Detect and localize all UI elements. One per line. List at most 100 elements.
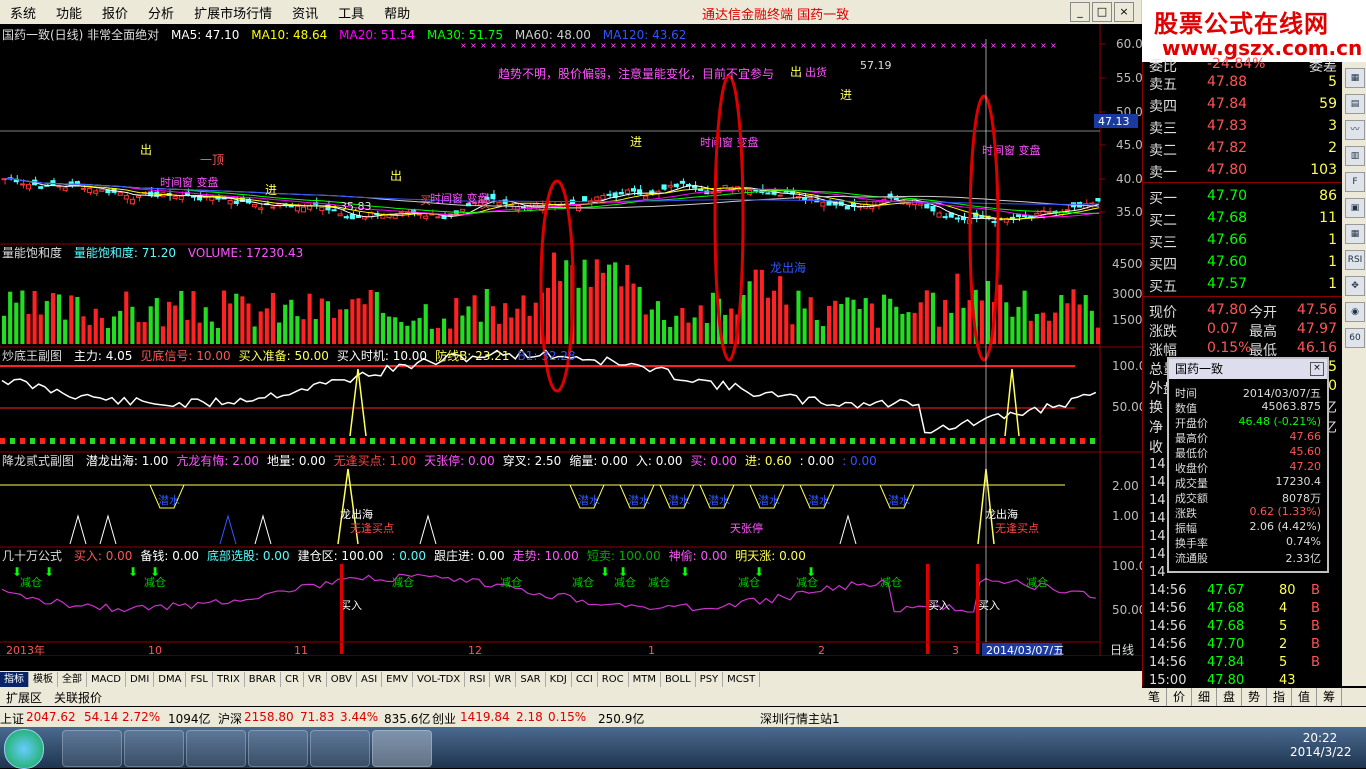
volume-bar	[20, 290, 25, 344]
toolbar-button-11[interactable]: 60	[1345, 328, 1365, 348]
menu-ext-market[interactable]: 扩展市场行情	[184, 3, 282, 22]
explorer-icon[interactable]	[62, 730, 122, 767]
indicator-tab[interactable]: FSL	[186, 672, 213, 687]
indicator-tab[interactable]: 全部	[58, 672, 87, 687]
toolbar-button-6[interactable]: ▣	[1345, 198, 1365, 218]
popup-value: 47.20	[1289, 460, 1322, 473]
panel3-signal-block	[610, 438, 615, 444]
minimize-icon[interactable]: _	[1070, 2, 1090, 22]
indicator-tab[interactable]: WR	[490, 672, 517, 687]
toolbar-button-8[interactable]: RSI	[1345, 250, 1365, 270]
indicator-tab[interactable]: CCI	[572, 672, 598, 687]
toolbar-button-5[interactable]: F	[1345, 172, 1365, 192]
tab-related-quote[interactable]: 关联报价	[48, 689, 108, 706]
indicator-tab[interactable]: DMA	[154, 672, 187, 687]
volume-bar	[234, 293, 239, 344]
menu-function[interactable]: 功能	[46, 3, 92, 22]
start-button[interactable]	[4, 729, 44, 769]
tick-time: 14:56	[1149, 601, 1187, 616]
buy-level-label: 买二	[1149, 213, 1177, 229]
tick-direction: B	[1311, 655, 1320, 670]
menu-help[interactable]: 帮助	[374, 3, 420, 22]
chart-area[interactable]: 60.00 55.00 50.00 45.00 40.00 35.00 47.13 35.83…	[0, 24, 1150, 657]
volume-bar	[393, 317, 398, 344]
sell-marker: ×	[950, 41, 957, 50]
indicator-tab[interactable]: MTM	[629, 672, 661, 687]
indicator-tab[interactable]: RSI	[465, 672, 491, 687]
indicator-tab[interactable]: BOLL	[661, 672, 696, 687]
indicator-tab[interactable]: BRAR	[245, 672, 281, 687]
panel3-signal-block	[760, 438, 765, 444]
popup-close-icon[interactable]: ×	[1310, 362, 1324, 376]
popup-value: 2.06 (4.42%)	[1249, 520, 1321, 533]
menu-tools[interactable]: 工具	[328, 3, 374, 22]
side-toolbar: ▦ ▤ 〰 ▥ F ▣ ▦ RSI ✥ ◉ 60	[1342, 62, 1366, 686]
volume-bar	[423, 304, 428, 344]
candle-body	[117, 192, 123, 196]
panel3-signal-block	[100, 438, 105, 444]
popup-key: 开盘价	[1175, 417, 1208, 430]
toolbar-button-9[interactable]: ✥	[1345, 276, 1365, 296]
panel3-signal-block	[410, 438, 415, 444]
indicator-tab[interactable]: VOL-TDX	[413, 672, 466, 687]
sell-marker: ×	[1020, 41, 1027, 50]
candle-body	[123, 194, 129, 200]
toolbar-button-1[interactable]: ▦	[1345, 68, 1365, 88]
toolbar-button-4[interactable]: ▥	[1345, 146, 1365, 166]
panel3-signal-block	[890, 438, 895, 444]
menu-info[interactable]: 资讯	[282, 3, 328, 22]
tick-time: 14:56	[1149, 583, 1187, 598]
volume-bar	[961, 307, 966, 344]
candle-body	[679, 180, 685, 184]
close-icon[interactable]: ×	[1114, 2, 1134, 22]
menu-quote[interactable]: 报价	[92, 3, 138, 22]
volume-bar	[130, 306, 135, 344]
data-popup[interactable]: 国药一致 × 时间 2014/03/07/五 数值 45063.875 开盘价 46.48…	[1167, 357, 1329, 573]
toolbar-button-10[interactable]: ◉	[1345, 302, 1365, 322]
candle-body	[1064, 209, 1070, 212]
indicator-tab[interactable]: ROC	[598, 672, 629, 687]
indicator-tab[interactable]: TRIX	[213, 672, 245, 687]
volume-bar	[582, 259, 587, 344]
volume-bar	[136, 322, 141, 344]
indicator-tab[interactable]: MCST	[723, 672, 761, 687]
word-icon[interactable]	[310, 730, 370, 767]
volume-bar	[75, 296, 80, 344]
tdx-icon[interactable]	[372, 730, 432, 767]
candle-body	[135, 195, 142, 198]
indicator-tab[interactable]: SAR	[516, 672, 546, 687]
media-player-icon[interactable]	[186, 730, 246, 767]
indicator-tab[interactable]: MACD	[87, 672, 126, 687]
popup-key: 时间	[1175, 387, 1197, 400]
stat-value: 47.80	[1207, 302, 1248, 318]
menu-analysis[interactable]: 分析	[138, 3, 184, 22]
indicator-tab[interactable]: OBV	[327, 672, 357, 687]
indicator-tab[interactable]: VR	[304, 672, 327, 687]
volume-bar	[289, 299, 294, 344]
volume-bar	[930, 292, 935, 344]
toolbar-button-3[interactable]: 〰	[1345, 120, 1365, 140]
indicator-tab[interactable]: 模板	[29, 672, 58, 687]
indicator-tab[interactable]: DMI	[126, 672, 155, 687]
buy-price: 47.68	[1207, 210, 1248, 226]
toolbar-button-2[interactable]: ▤	[1345, 94, 1365, 114]
maximize-icon[interactable]: □	[1092, 2, 1112, 22]
ie-icon[interactable]	[124, 730, 184, 767]
volume-bar	[154, 298, 159, 344]
volume-bar	[1071, 289, 1076, 344]
stat-value: 0.07	[1207, 321, 1239, 337]
indicator-tab[interactable]: CR	[281, 672, 304, 687]
volume-bar	[2, 315, 7, 344]
chrome-icon[interactable]	[248, 730, 308, 767]
indicator-tab[interactable]: ASI	[357, 672, 383, 687]
panel3-title: 炒底王副图	[2, 349, 63, 363]
indicator-tab[interactable]: PSY	[696, 672, 724, 687]
volume-bar	[649, 309, 654, 344]
indicator-tab[interactable]: 指标	[0, 672, 29, 687]
tab-ext-area[interactable]: 扩展区	[0, 689, 48, 706]
toolbar-button-7[interactable]: ▦	[1345, 224, 1365, 244]
indicator-tab[interactable]: KDJ	[546, 672, 572, 687]
menu-system[interactable]: 系统	[0, 3, 46, 22]
panel3-signal-block	[1020, 438, 1025, 444]
indicator-tab[interactable]: EMV	[382, 672, 413, 687]
